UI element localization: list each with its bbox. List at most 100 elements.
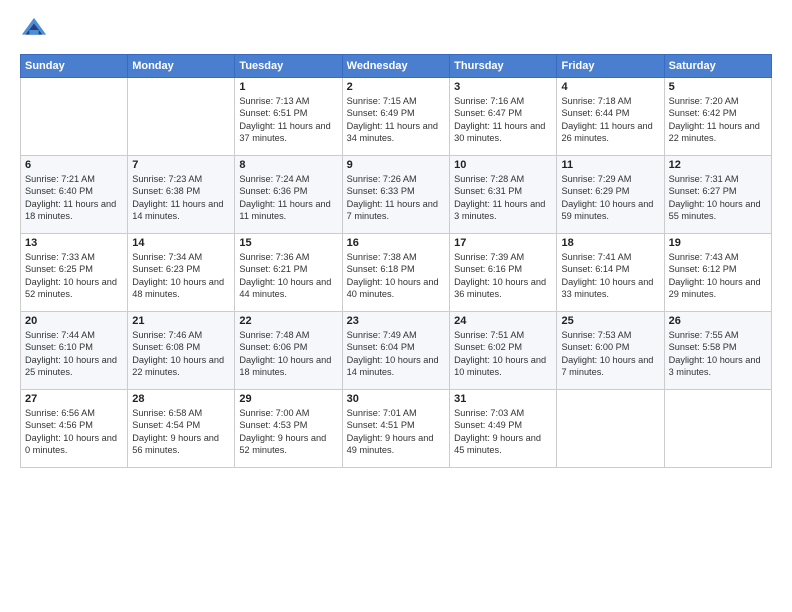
day-info: Sunrise: 7:38 AMSunset: 6:18 PMDaylight:…	[347, 251, 445, 301]
day-info: Sunrise: 7:55 AMSunset: 5:58 PMDaylight:…	[669, 329, 767, 379]
day-info: Sunrise: 7:34 AMSunset: 6:23 PMDaylight:…	[132, 251, 230, 301]
week-row-4: 20Sunrise: 7:44 AMSunset: 6:10 PMDayligh…	[21, 312, 772, 390]
day-number: 20	[25, 315, 123, 327]
day-info: Sunrise: 7:16 AMSunset: 6:47 PMDaylight:…	[454, 95, 552, 145]
calendar-cell: 10 Sunrise: 7:28 AMSunset: 6:31 PMDayligh…	[450, 156, 557, 234]
calendar-cell: 20Sunrise: 7:44 AMSunset: 6:10 PMDayligh…	[21, 312, 128, 390]
day-info: Sunrise: 7:18 AMSunset: 6:44 PMDaylight:…	[561, 95, 659, 145]
day-number: 30	[347, 393, 445, 405]
day-info: Sunrise: 7:46 AMSunset: 6:08 PMDaylight:…	[132, 329, 230, 379]
day-info: Sunrise: 7:23 AMSunset: 6:38 PMDaylight:…	[132, 173, 230, 223]
day-info: Sunrise: 7:20 AMSunset: 6:42 PMDaylight:…	[669, 95, 767, 145]
calendar-cell: 17 Sunrise: 7:39 AMSunset: 6:16 PMDayligh…	[450, 234, 557, 312]
weekday-header-sunday: Sunday	[21, 55, 128, 78]
week-row-1: 1Sunrise: 7:13 AMSunset: 6:51 PMDaylight…	[21, 78, 772, 156]
day-info: Sunrise: 7:49 AMSunset: 6:04 PMDaylight:…	[347, 329, 445, 379]
calendar-cell: 29 Sunrise: 7:00 AMSunset: 4:53 PMDayligh…	[235, 390, 342, 468]
weekday-header-row: SundayMondayTuesdayWednesdayThursdayFrid…	[21, 55, 772, 78]
weekday-header-monday: Monday	[128, 55, 235, 78]
day-info: Sunrise: 7:39 AMSunset: 6:16 PMDaylight:…	[454, 251, 552, 301]
calendar-cell: 26 Sunrise: 7:55 AMSunset: 5:58 PMDayligh…	[664, 312, 771, 390]
day-number: 11	[561, 159, 659, 171]
day-info: Sunrise: 7:26 AMSunset: 6:33 PMDaylight:…	[347, 173, 445, 223]
day-number: 24	[454, 315, 552, 327]
calendar-cell: 28 Sunrise: 6:58 AMSunset: 4:54 PMDayligh…	[128, 390, 235, 468]
day-number: 6	[25, 159, 123, 171]
day-info: Sunrise: 7:15 AMSunset: 6:49 PMDaylight:…	[347, 95, 445, 145]
day-info: Sunrise: 7:29 AMSunset: 6:29 PMDaylight:…	[561, 173, 659, 223]
day-info: Sunrise: 7:00 AMSunset: 4:53 PMDaylight:…	[239, 407, 337, 457]
day-info: Sunrise: 7:43 AMSunset: 6:12 PMDaylight:…	[669, 251, 767, 301]
calendar-cell: 16 Sunrise: 7:38 AMSunset: 6:18 PMDayligh…	[342, 234, 449, 312]
day-number: 17	[454, 237, 552, 249]
week-row-2: 6 Sunrise: 7:21 AMSunset: 6:40 PMDaylight…	[21, 156, 772, 234]
calendar-cell: 13 Sunrise: 7:33 AMSunset: 6:25 PMDayligh…	[21, 234, 128, 312]
calendar-cell: 30 Sunrise: 7:01 AMSunset: 4:51 PMDayligh…	[342, 390, 449, 468]
calendar-page: SundayMondayTuesdayWednesdayThursdayFrid…	[0, 0, 792, 612]
calendar-cell: 4Sunrise: 7:18 AMSunset: 6:44 PMDaylight…	[557, 78, 664, 156]
day-info: Sunrise: 7:41 AMSunset: 6:14 PMDaylight:…	[561, 251, 659, 301]
day-number: 18	[561, 237, 659, 249]
header	[20, 16, 772, 44]
weekday-header-tuesday: Tuesday	[235, 55, 342, 78]
day-number: 8	[239, 159, 337, 171]
day-info: Sunrise: 7:21 AMSunset: 6:40 PMDaylight:…	[25, 173, 123, 223]
day-info: Sunrise: 7:31 AMSunset: 6:27 PMDaylight:…	[669, 173, 767, 223]
calendar-cell: 22 Sunrise: 7:48 AMSunset: 6:06 PMDayligh…	[235, 312, 342, 390]
day-info: Sunrise: 7:51 AMSunset: 6:02 PMDaylight:…	[454, 329, 552, 379]
week-row-3: 13 Sunrise: 7:33 AMSunset: 6:25 PMDayligh…	[21, 234, 772, 312]
day-info: Sunrise: 7:33 AMSunset: 6:25 PMDaylight:…	[25, 251, 123, 301]
day-info: Sunrise: 6:58 AMSunset: 4:54 PMDaylight:…	[132, 407, 230, 457]
day-number: 27	[25, 393, 123, 405]
calendar-cell	[21, 78, 128, 156]
day-number: 29	[239, 393, 337, 405]
day-number: 1	[239, 81, 337, 93]
day-number: 31	[454, 393, 552, 405]
day-number: 10	[454, 159, 552, 171]
day-info: Sunrise: 7:01 AMSunset: 4:51 PMDaylight:…	[347, 407, 445, 457]
weekday-header-friday: Friday	[557, 55, 664, 78]
day-info: Sunrise: 7:48 AMSunset: 6:06 PMDaylight:…	[239, 329, 337, 379]
day-info: Sunrise: 7:36 AMSunset: 6:21 PMDaylight:…	[239, 251, 337, 301]
calendar-cell: 27 Sunrise: 6:56 AMSunset: 4:56 PMDayligh…	[21, 390, 128, 468]
day-number: 22	[239, 315, 337, 327]
logo	[20, 16, 50, 44]
calendar-cell: 8 Sunrise: 7:24 AMSunset: 6:36 PMDaylight…	[235, 156, 342, 234]
calendar-cell: 23 Sunrise: 7:49 AMSunset: 6:04 PMDayligh…	[342, 312, 449, 390]
logo-icon	[20, 16, 48, 44]
day-number: 9	[347, 159, 445, 171]
day-number: 2	[347, 81, 445, 93]
calendar-cell: 2 Sunrise: 7:15 AMSunset: 6:49 PMDaylight…	[342, 78, 449, 156]
day-number: 14	[132, 237, 230, 249]
day-number: 5	[669, 81, 767, 93]
week-row-5: 27 Sunrise: 6:56 AMSunset: 4:56 PMDayligh…	[21, 390, 772, 468]
day-number: 16	[347, 237, 445, 249]
day-number: 23	[347, 315, 445, 327]
calendar-cell: 11 Sunrise: 7:29 AMSunset: 6:29 PMDayligh…	[557, 156, 664, 234]
calendar-table: SundayMondayTuesdayWednesdayThursdayFrid…	[20, 54, 772, 468]
calendar-cell: 21 Sunrise: 7:46 AMSunset: 6:08 PMDayligh…	[128, 312, 235, 390]
day-info: Sunrise: 6:56 AMSunset: 4:56 PMDaylight:…	[25, 407, 123, 457]
calendar-cell	[128, 78, 235, 156]
weekday-header-wednesday: Wednesday	[342, 55, 449, 78]
day-number: 28	[132, 393, 230, 405]
calendar-cell: 5 Sunrise: 7:20 AMSunset: 6:42 PMDaylight…	[664, 78, 771, 156]
calendar-cell: 31Sunrise: 7:03 AMSunset: 4:49 PMDayligh…	[450, 390, 557, 468]
day-number: 21	[132, 315, 230, 327]
day-info: Sunrise: 7:53 AMSunset: 6:00 PMDaylight:…	[561, 329, 659, 379]
day-number: 3	[454, 81, 552, 93]
day-number: 25	[561, 315, 659, 327]
day-number: 7	[132, 159, 230, 171]
day-number: 26	[669, 315, 767, 327]
calendar-cell: 18 Sunrise: 7:41 AMSunset: 6:14 PMDayligh…	[557, 234, 664, 312]
calendar-cell: 12 Sunrise: 7:31 AMSunset: 6:27 PMDayligh…	[664, 156, 771, 234]
day-number: 12	[669, 159, 767, 171]
calendar-cell: 14 Sunrise: 7:34 AMSunset: 6:23 PMDayligh…	[128, 234, 235, 312]
day-info: Sunrise: 7:28 AMSunset: 6:31 PMDaylight:…	[454, 173, 552, 223]
day-number: 13	[25, 237, 123, 249]
calendar-cell: 24 Sunrise: 7:51 AMSunset: 6:02 PMDayligh…	[450, 312, 557, 390]
calendar-cell: 19Sunrise: 7:43 AMSunset: 6:12 PMDayligh…	[664, 234, 771, 312]
day-info: Sunrise: 7:24 AMSunset: 6:36 PMDaylight:…	[239, 173, 337, 223]
calendar-cell	[557, 390, 664, 468]
calendar-cell: 7 Sunrise: 7:23 AMSunset: 6:38 PMDaylight…	[128, 156, 235, 234]
